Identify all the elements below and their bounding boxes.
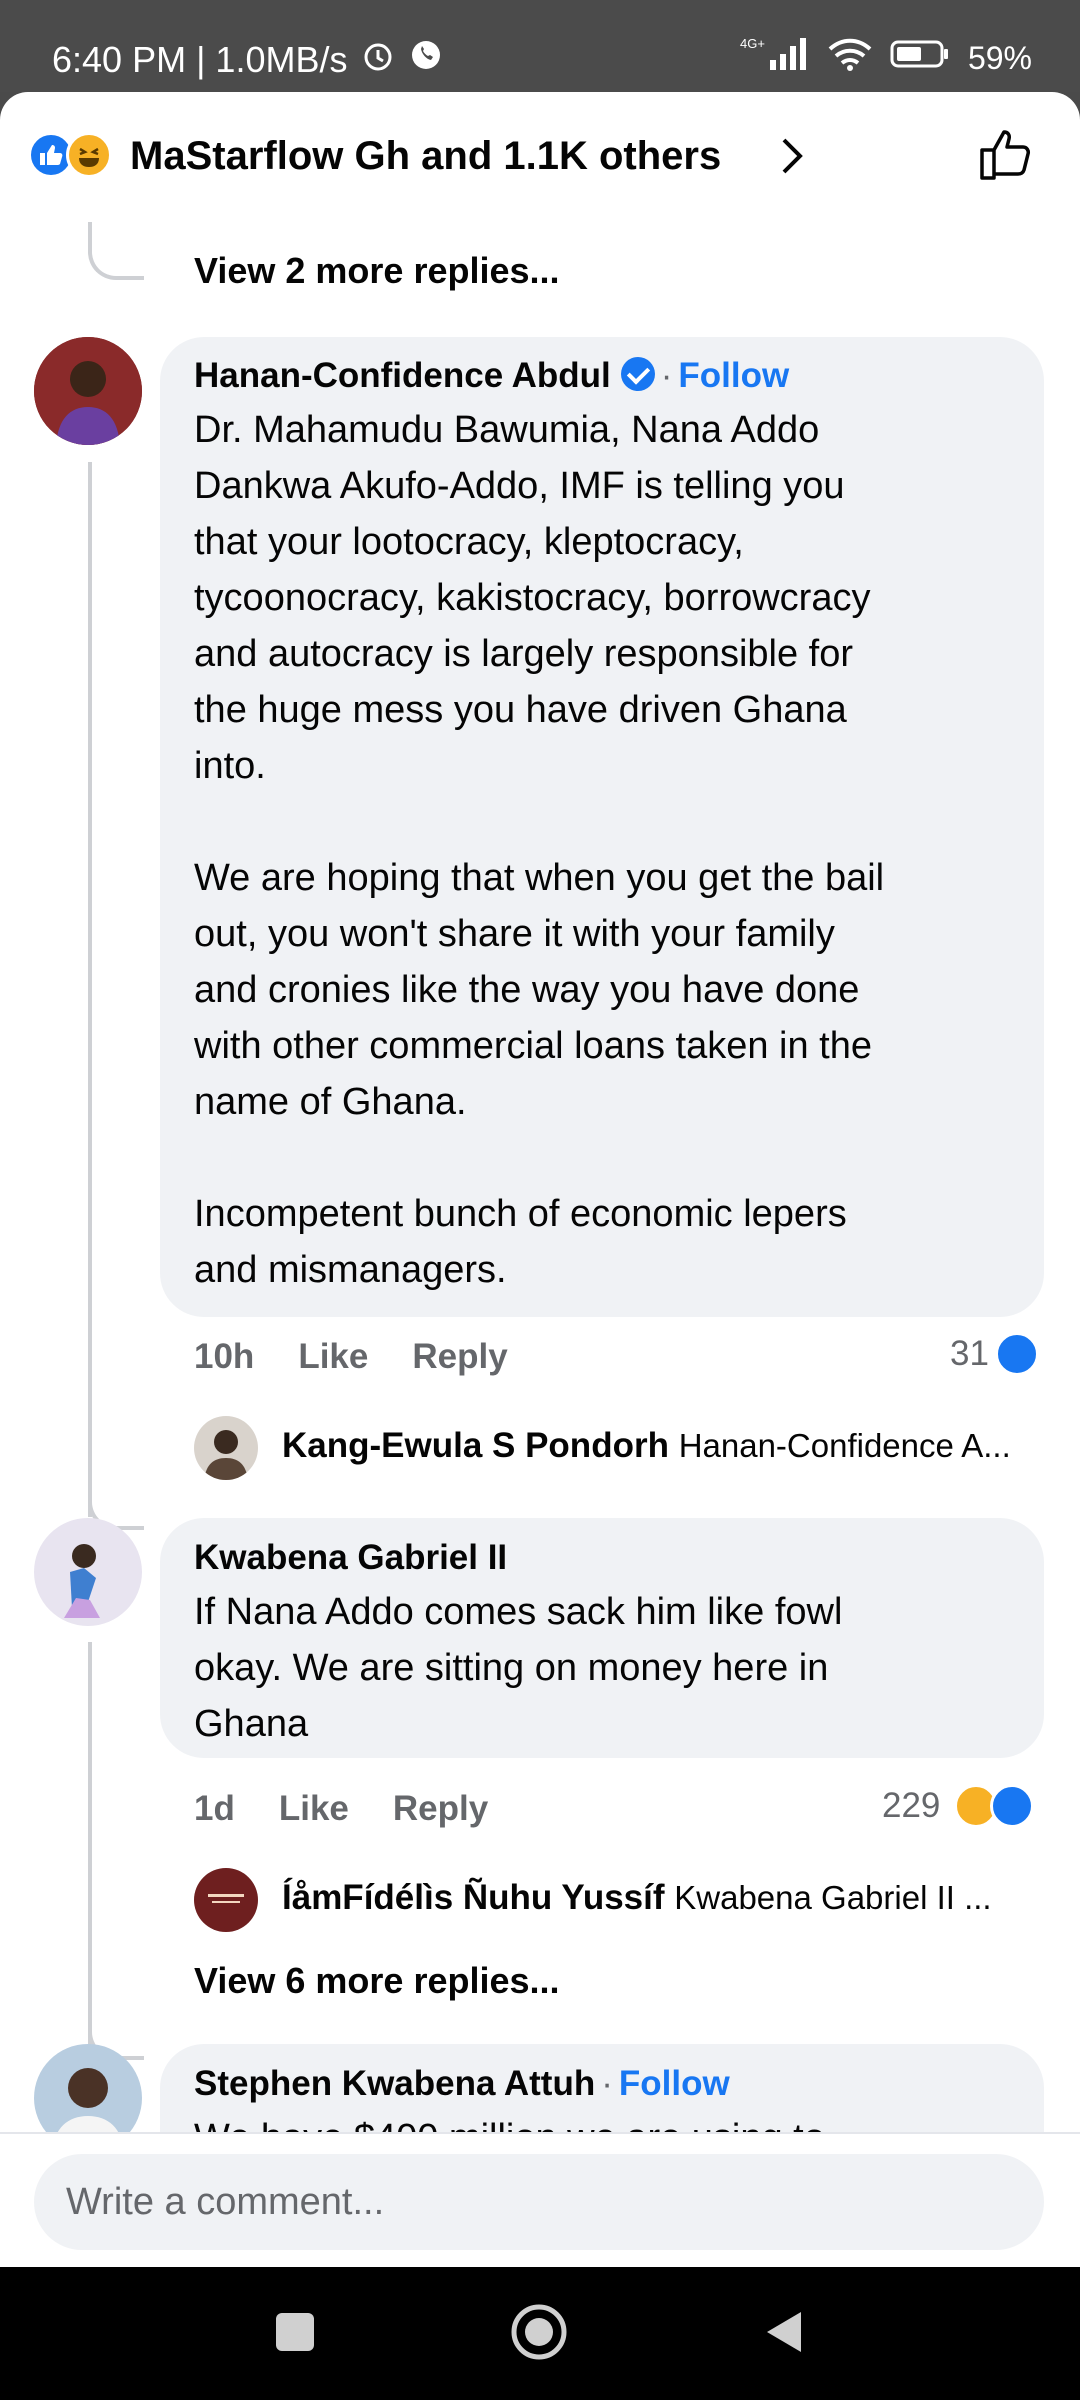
status-bar: 6:40 PM | 1.0MB/s 4G+ 59%: [0, 0, 1080, 92]
verified-badge-icon: [620, 357, 655, 391]
reply-snippet: Hanan-Confidence A...: [678, 1427, 1011, 1464]
chevron-right-icon[interactable]: [778, 134, 808, 189]
reaction-count[interactable]: 31: [950, 1332, 1039, 1376]
whatsapp-icon: [409, 38, 443, 81]
reaction-count-value: 229: [882, 1786, 941, 1825]
avatar[interactable]: [34, 337, 142, 445]
reply-button[interactable]: Reply: [412, 1337, 507, 1377]
alarm-icon: [361, 38, 395, 81]
haha-reaction-icon: [66, 132, 112, 178]
battery-percent: 59%: [967, 39, 1032, 76]
reply-snippet: Kwabena Gabriel II ...: [674, 1879, 992, 1916]
reactions-header[interactable]: MaStarflow Gh and 1.1K others: [0, 92, 1080, 222]
comment-composer: [0, 2132, 1080, 2267]
reply-preview[interactable]: Kang-Ewula S Pondorh Hanan-Confidence A.…: [282, 1426, 1011, 1466]
wifi-icon: [828, 37, 872, 79]
view-more-replies-link[interactable]: View 2 more replies...: [194, 250, 560, 292]
comment-actions: 1d Like Reply: [194, 1789, 488, 1829]
reply-author[interactable]: ÍåmFídélìs Ñuhu Yussíf: [282, 1878, 665, 1917]
status-left: 6:40 PM | 1.0MB/s: [52, 38, 443, 81]
reply-author[interactable]: Kang-Ewula S Pondorh: [282, 1426, 669, 1465]
comment-author[interactable]: Stephen Kwabena Attuh · Follow: [194, 2064, 730, 2104]
comment-actions: 10h Like Reply: [194, 1337, 508, 1377]
like-button[interactable]: Like: [298, 1337, 368, 1377]
like-post-icon[interactable]: [976, 122, 1038, 184]
battery-icon: [890, 39, 950, 77]
like-button[interactable]: Like: [279, 1789, 349, 1829]
status-right: 4G+ 59%: [740, 36, 1032, 80]
comment-author[interactable]: Kwabena Gabriel II: [194, 1538, 507, 1578]
system-nav-bar: [0, 2267, 1080, 2400]
comment-time[interactable]: 10h: [194, 1337, 254, 1377]
reply-preview[interactable]: ÍåmFídélìs Ñuhu Yussíf Kwabena Gabriel I…: [282, 1878, 992, 1918]
follow-button[interactable]: Follow: [619, 2064, 730, 2103]
reply-avatar[interactable]: [194, 1416, 258, 1480]
comment-input[interactable]: [34, 2154, 1044, 2250]
comment-text: Dr. Mahamudu Bawumia, Nana Addo Dankwa A…: [194, 409, 885, 1291]
recents-button[interactable]: [260, 2297, 330, 2367]
reaction-icons: [28, 132, 118, 178]
author-name[interactable]: Stephen Kwabena Attuh: [194, 2064, 595, 2103]
like-reaction-icon: [990, 1784, 1035, 1828]
separator-dot: ·: [660, 356, 673, 395]
comment-text: If Nana Addo comes sack him like fowl ok…: [194, 1591, 843, 1745]
reaction-count-value: 31: [950, 1334, 989, 1373]
reply-avatar[interactable]: [194, 1868, 258, 1932]
author-name[interactable]: Hanan-Confidence Abdul: [194, 356, 611, 395]
follow-button[interactable]: Follow: [678, 356, 789, 395]
back-button[interactable]: [748, 2297, 818, 2367]
reaction-count[interactable]: 229: [882, 1784, 1035, 1828]
separator-dot: ·: [601, 2064, 613, 2103]
network-label: 4G+: [740, 36, 765, 51]
thread-connector: [88, 222, 144, 280]
home-button[interactable]: [504, 2297, 574, 2367]
comment-author[interactable]: Hanan-Confidence Abdul · Follow: [194, 356, 789, 396]
author-name[interactable]: Kwabena Gabriel II: [194, 1538, 507, 1577]
status-time: 6:40 PM | 1.0MB/s: [52, 38, 348, 80]
comment-time[interactable]: 1d: [194, 1789, 235, 1829]
reply-button[interactable]: Reply: [393, 1789, 488, 1829]
thread-line: [88, 1642, 92, 2047]
thread-line: [88, 462, 92, 1517]
comments-sheet: MaStarflow Gh and 1.1K others View 2 mor…: [0, 92, 1080, 2267]
like-reaction-icon: [994, 1332, 1039, 1376]
avatar[interactable]: [34, 1518, 142, 1626]
signal-icon: 4G+: [740, 36, 810, 80]
view-more-replies-link[interactable]: View 6 more replies...: [194, 1960, 560, 2002]
reactions-summary[interactable]: MaStarflow Gh and 1.1K others: [130, 134, 721, 179]
